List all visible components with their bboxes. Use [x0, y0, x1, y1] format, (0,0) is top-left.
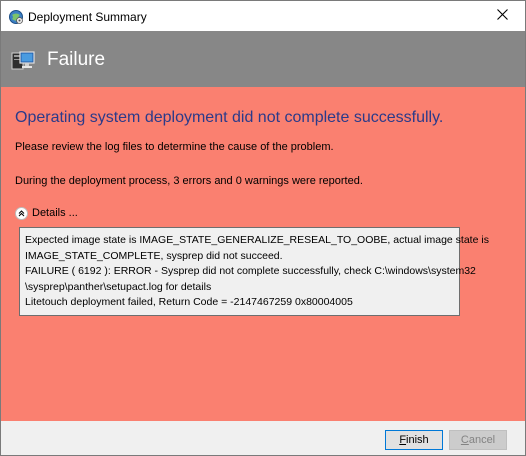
- errors-summary: During the deployment process, 3 errors …: [15, 175, 363, 187]
- summary-content: Operating system deployment did not comp…: [1, 87, 525, 421]
- computer-icon: [11, 49, 35, 73]
- failure-heading: Operating system deployment did not comp…: [15, 109, 444, 126]
- button-bar: Finish Cancel: [1, 421, 525, 455]
- details-label: Details ...: [32, 207, 78, 219]
- details-text-box[interactable]: Expected image state is IMAGE_STATE_GENE…: [19, 227, 489, 316]
- details-line: Litetouch deployment failed, Return Code…: [25, 296, 353, 308]
- finish-button[interactable]: Finish: [385, 430, 443, 450]
- details-line: IMAGE_STATE_COMPLETE, sysprep did not su…: [25, 249, 283, 262]
- cancel-button[interactable]: Cancel: [449, 430, 507, 450]
- close-icon: [496, 7, 508, 25]
- title-bar[interactable]: Deployment Summary: [1, 1, 525, 31]
- chevron-up-icon: [15, 206, 28, 220]
- deployment-summary-window: Deployment Summary Failure Operating sys…: [0, 0, 526, 456]
- details-line: \sysprep\panther\setupact.log for detail…: [25, 280, 212, 293]
- details-line: FAILURE ( 6192 ): ERROR - Sysprep did no…: [25, 265, 476, 277]
- status-title: Failure: [47, 49, 106, 70]
- review-instructions: Please review the log files to determine…: [15, 141, 334, 153]
- details-line: Expected image state is IMAGE_STATE_GENE…: [25, 234, 489, 246]
- close-button[interactable]: [479, 1, 525, 31]
- cancel-mnemonic: C: [460, 434, 469, 446]
- cancel-label-rest: ancel: [468, 434, 496, 446]
- window-title: Deployment Summary: [28, 10, 147, 24]
- finish-label-rest: inish: [406, 434, 429, 446]
- status-header: Failure: [1, 31, 525, 87]
- details-toggle[interactable]: Details ...: [15, 205, 78, 221]
- deployment-app-icon: [8, 9, 24, 25]
